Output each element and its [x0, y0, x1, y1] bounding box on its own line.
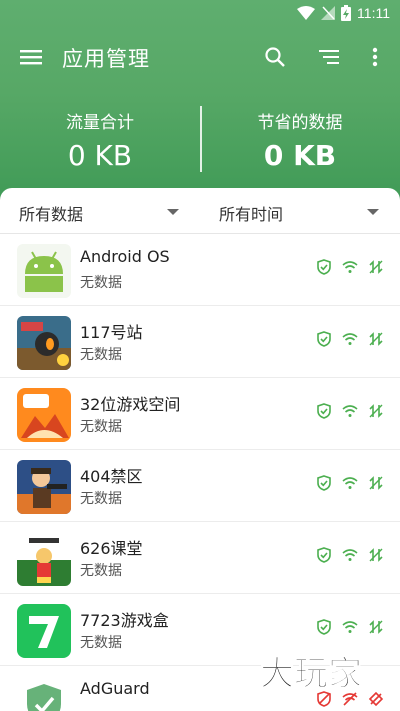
app-row-626-classroom[interactable]: 626课堂 无数据 [0, 522, 400, 594]
shield-blocked-icon[interactable] [316, 691, 332, 707]
battery-charging-icon [341, 5, 352, 21]
app-usage: 无数据 [80, 563, 122, 579]
app-name: 117号站 [80, 323, 143, 342]
header: 11:11 应用管理 流量合计 0 KB 节省的数据 0 KB [0, 0, 400, 205]
total-traffic-value: 0 KB [67, 139, 133, 172]
time-filter-label: 所有时间 [219, 205, 284, 224]
app-row-32bit-game-space[interactable]: 32位游戏空间 无数据 [0, 378, 400, 450]
page-title: 应用管理 [62, 47, 150, 71]
watermark-text: 大玩家 [260, 654, 362, 692]
mobile-data-icon[interactable] [368, 547, 384, 563]
wifi-icon[interactable] [342, 547, 358, 563]
wifi-icon[interactable] [342, 259, 358, 275]
app-usage: 无数据 [80, 347, 122, 363]
sort-icon[interactable] [316, 44, 342, 70]
shield-check-icon[interactable] [316, 619, 332, 635]
app-usage: 无数据 [80, 491, 122, 507]
app-117-icon [17, 316, 71, 370]
more-vert-icon[interactable] [362, 44, 388, 70]
mobile-data-icon[interactable] [368, 403, 384, 419]
android-icon [17, 244, 71, 298]
mobile-data-icon[interactable] [368, 331, 384, 347]
shield-check-icon[interactable] [316, 403, 332, 419]
data-filter-label: 所有数据 [19, 205, 84, 224]
app-name: 626课堂 [80, 539, 143, 558]
app-name: 32位游戏空间 [80, 395, 181, 414]
app-usage: 无数据 [80, 275, 122, 291]
wifi-blocked-icon[interactable] [342, 691, 358, 707]
app-usage: 无数据 [80, 635, 122, 651]
app-name: 404禁区 [80, 467, 143, 486]
app-name: 7723游戏盒 [80, 611, 169, 630]
app-row-404[interactable]: 404禁区 无数据 [0, 450, 400, 522]
wifi-icon[interactable] [342, 475, 358, 491]
shield-check-icon[interactable] [316, 331, 332, 347]
caret-down-icon [367, 209, 379, 215]
saved-data-value: 0 KB [263, 139, 337, 172]
wifi-icon[interactable] [342, 619, 358, 635]
filter-bar: 所有数据 所有时间 [0, 188, 400, 234]
time-filter-dropdown[interactable]: 所有时间 [219, 188, 399, 234]
app-name: AdGuard [80, 679, 150, 698]
shield-check-icon[interactable] [316, 547, 332, 563]
signal-off-icon [321, 6, 336, 20]
saved-data: 节省的数据 0 KB [200, 100, 400, 172]
classroom-icon [17, 532, 71, 586]
mobile-data-blocked-icon[interactable] [368, 691, 384, 707]
menu-icon[interactable] [18, 45, 44, 69]
adguard-icon [17, 676, 71, 711]
status-time: 11:11 [357, 5, 390, 21]
wifi-icon [297, 6, 316, 20]
shield-check-icon[interactable] [316, 259, 332, 275]
game-space-icon [17, 388, 71, 442]
app-usage: 无数据 [80, 419, 122, 435]
wifi-icon[interactable] [342, 403, 358, 419]
shield-check-icon[interactable] [316, 475, 332, 491]
data-filter-dropdown[interactable]: 所有数据 [19, 188, 199, 234]
mobile-data-icon[interactable] [368, 619, 384, 635]
app-row-117[interactable]: 117号站 无数据 [0, 306, 400, 378]
watermark-logo: 大玩家 [260, 654, 363, 693]
total-traffic-label: 流量合计 [66, 113, 134, 133]
app-name: Android OS [80, 247, 170, 266]
search-icon[interactable] [262, 44, 288, 70]
status-bar: 11:11 [0, 0, 400, 28]
mobile-data-icon[interactable] [368, 475, 384, 491]
app-list-panel: 所有数据 所有时间 Android OS 无数据 117号站 无数据 32位游戏… [0, 188, 400, 711]
app-404-icon [17, 460, 71, 514]
mobile-data-icon[interactable] [368, 259, 384, 275]
traffic-stats: 流量合计 0 KB 节省的数据 0 KB [0, 100, 400, 180]
game-box-7723-icon [17, 604, 71, 658]
toolbar: 应用管理 [0, 28, 400, 86]
wifi-icon[interactable] [342, 331, 358, 347]
saved-data-label: 节省的数据 [257, 113, 343, 133]
app-row-android-os[interactable]: Android OS 无数据 [0, 234, 400, 306]
caret-down-icon [167, 209, 179, 215]
total-traffic: 流量合计 0 KB [0, 100, 200, 172]
